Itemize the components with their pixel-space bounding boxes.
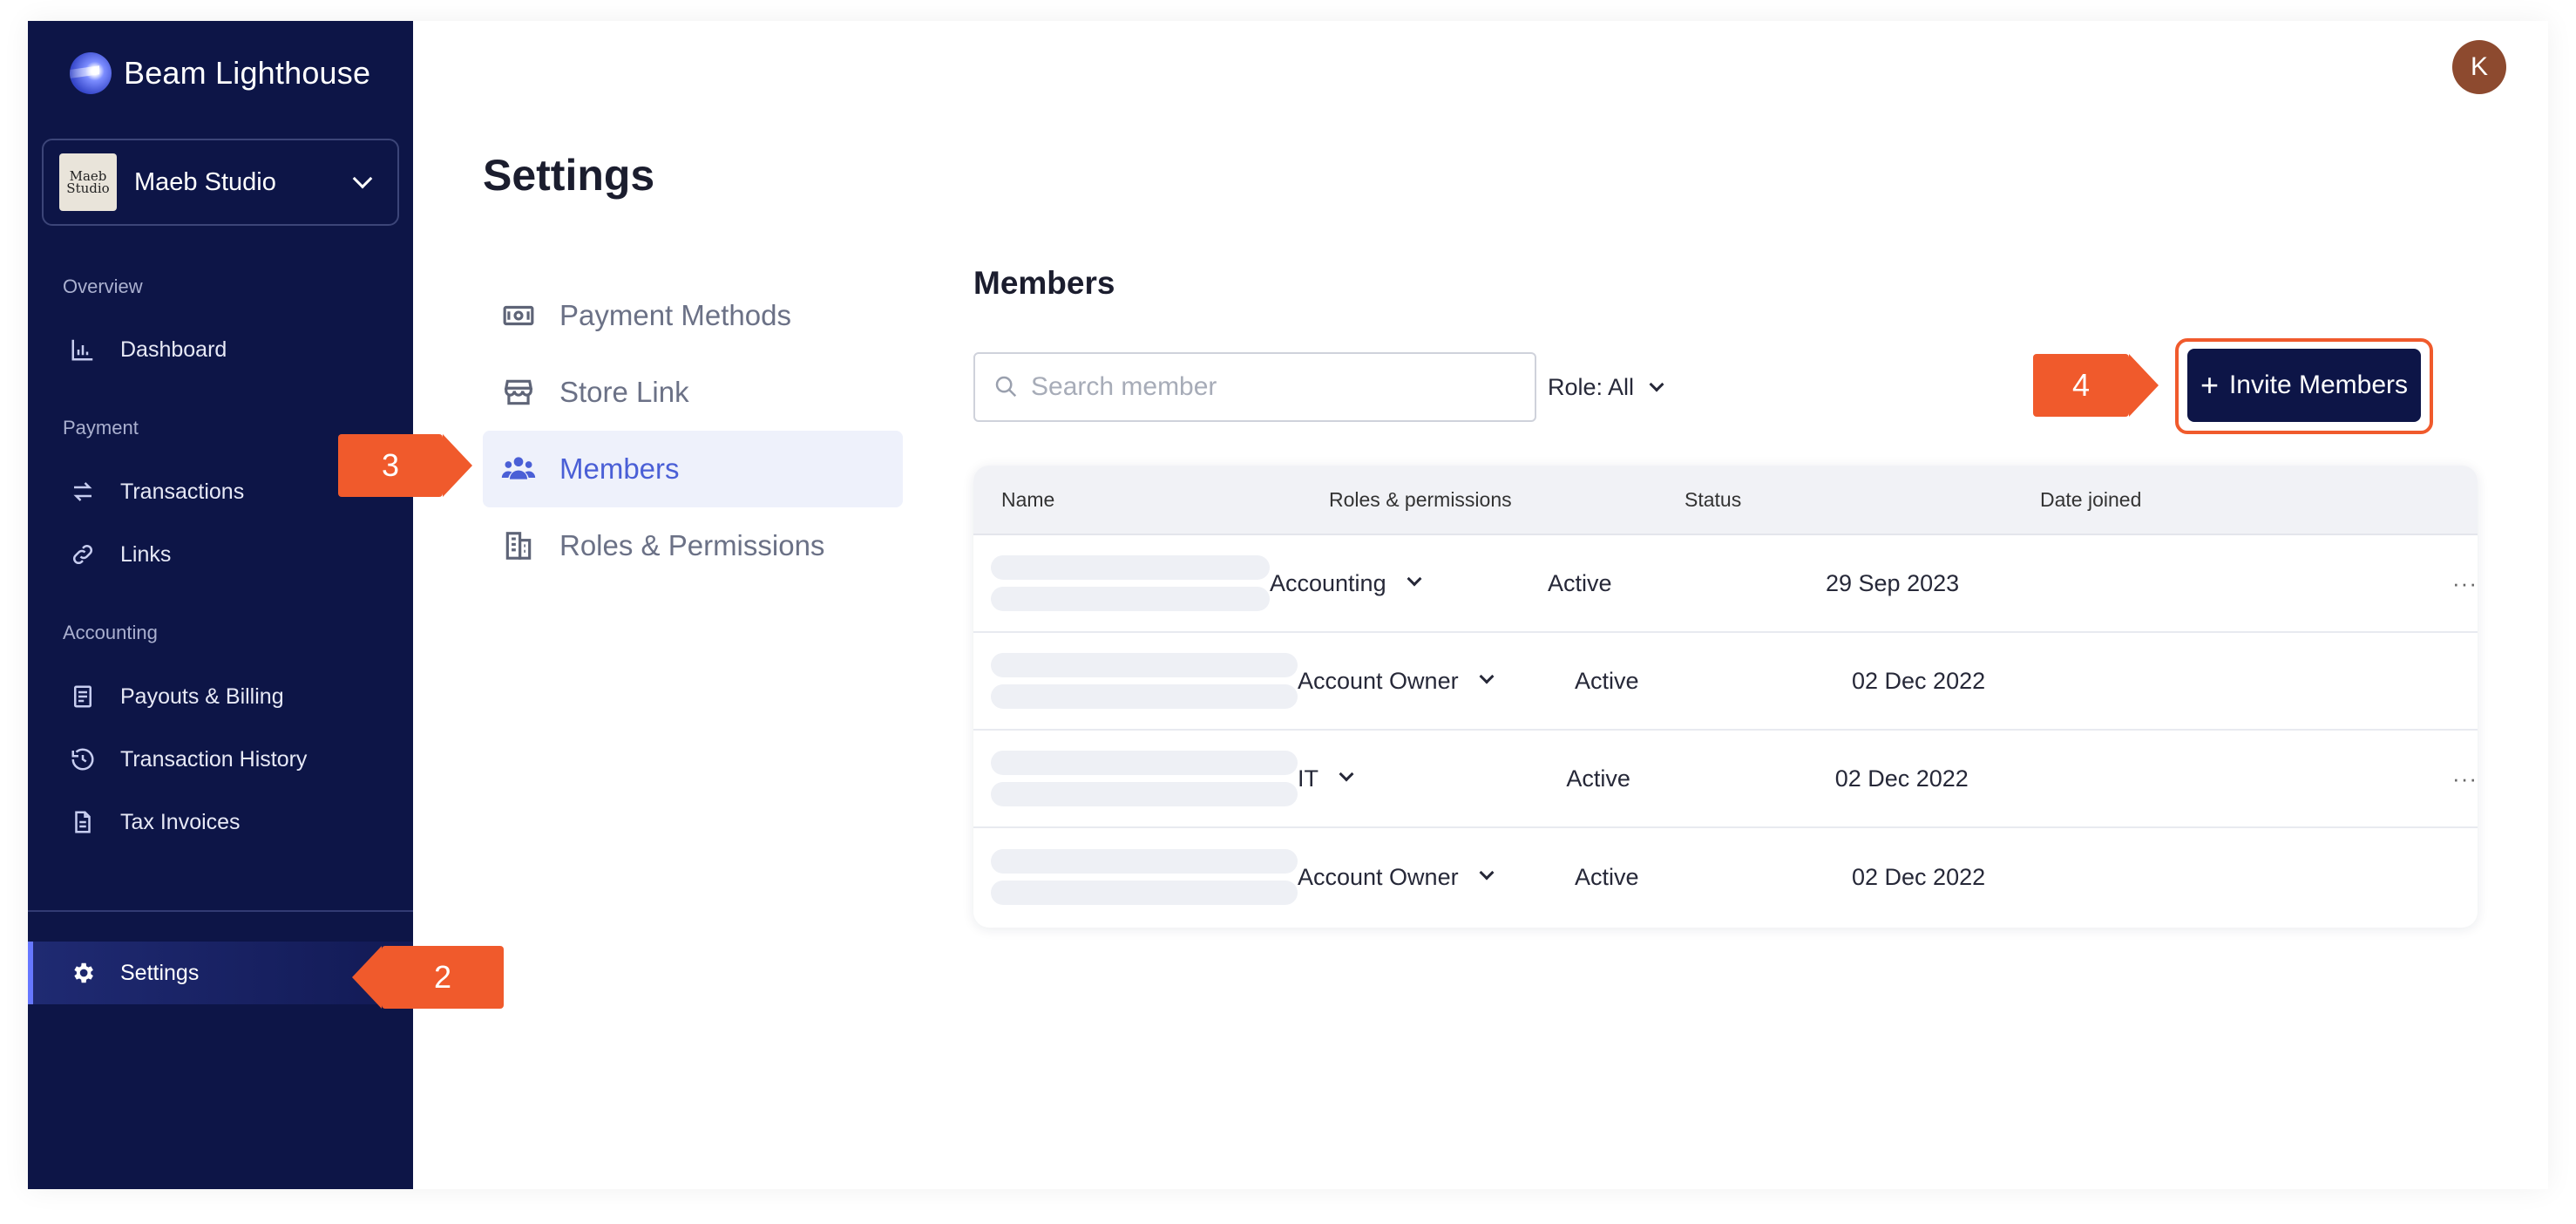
sidebar-item-label: Tax Invoices: [120, 809, 241, 834]
more-actions-button[interactable]: ···: [2104, 765, 2478, 792]
building-icon: [500, 527, 537, 564]
settings-nav-label: Store Link: [559, 376, 689, 408]
users-icon: [500, 451, 537, 487]
settings-nav-label: Members: [559, 452, 680, 485]
role-value: IT: [1298, 765, 1319, 792]
user-avatar[interactable]: K: [2452, 40, 2506, 94]
arrows-swap-icon: [68, 477, 98, 507]
store-icon: [500, 374, 537, 411]
plus-icon: +: [2200, 367, 2219, 403]
date-joined-value: 02 Dec 2022: [1852, 863, 1986, 890]
chevron-down-icon: [1339, 766, 1354, 782]
chevron-down-icon: [1479, 865, 1495, 881]
role-dropdown[interactable]: Accounting: [1270, 570, 1548, 597]
sidebar-item-label: Settings: [120, 960, 200, 985]
search-input[interactable]: [1031, 372, 1519, 402]
chevron-down-icon: [1407, 571, 1422, 587]
section-label-overview: Overview: [63, 275, 143, 297]
members-title: Members: [973, 265, 1115, 301]
settings-nav-label: Payment Methods: [559, 299, 791, 331]
more-actions-button[interactable]: ···: [2104, 570, 2478, 597]
settings-nav-payment-methods[interactable]: Payment Methods: [483, 277, 903, 354]
member-name-placeholder: [973, 751, 1298, 806]
sidebar-item-label: Transaction History: [120, 746, 308, 772]
history-icon: [68, 745, 98, 774]
members-table: Name Roles & permissions Status Date joi…: [973, 466, 2478, 928]
sidebar-item-label: Links: [120, 541, 172, 567]
role-dropdown[interactable]: IT: [1298, 765, 1566, 792]
chevron-down-icon: [1479, 669, 1495, 684]
role-filter-label: Role: All: [1548, 374, 1635, 400]
invite-members-label: Invite Members: [2228, 371, 2409, 399]
link-icon: [68, 540, 98, 569]
sidebar-item-label: Transactions: [120, 479, 245, 504]
step-callout-2: 2: [352, 946, 504, 1009]
table-row[interactable]: IT Active 02 Dec 2022 ···: [973, 731, 2478, 828]
member-name-placeholder: [973, 849, 1298, 905]
column-header-status[interactable]: Status: [1685, 488, 2040, 512]
status-value: Active: [1548, 569, 1612, 596]
cash-icon: [500, 297, 537, 334]
role-value: Accounting: [1270, 569, 1386, 596]
sidebar-item-dashboard[interactable]: Dashboard: [28, 321, 413, 378]
sidebar: Beam Lighthouse Maeb Studio Maeb Studio …: [28, 21, 413, 1189]
sidebar-item-label: Dashboard: [120, 337, 227, 362]
date-joined-value: 29 Sep 2023: [1826, 569, 1960, 596]
role-dropdown[interactable]: Account Owner: [1298, 864, 1575, 891]
table-row[interactable]: Account Owner Active 02 Dec 2022: [973, 828, 2478, 926]
role-filter-dropdown[interactable]: Role: All: [1548, 374, 1664, 401]
app-window: Beam Lighthouse Maeb Studio Maeb Studio …: [28, 21, 2548, 1189]
member-name-placeholder: [973, 653, 1298, 709]
sidebar-item-payouts-billing[interactable]: Payouts & Billing: [28, 668, 413, 725]
store-name: Maeb Studio: [134, 167, 276, 196]
sidebar-item-transaction-history[interactable]: Transaction History: [28, 731, 413, 788]
store-switcher[interactable]: Maeb Studio Maeb Studio: [42, 139, 399, 226]
column-header-name[interactable]: Name: [973, 488, 1329, 512]
store-avatar: Maeb Studio: [59, 153, 117, 211]
settings-nav-store-link[interactable]: Store Link: [483, 354, 903, 431]
settings-nav-label: Roles & Permissions: [559, 529, 825, 561]
role-value: Account Owner: [1298, 863, 1459, 890]
table-row[interactable]: Accounting Active 29 Sep 2023 ···: [973, 535, 2478, 633]
brand-logo[interactable]: Beam Lighthouse: [70, 52, 370, 94]
section-label-accounting: Accounting: [63, 622, 158, 643]
sidebar-divider: [28, 910, 413, 912]
table-header: Name Roles & permissions Status Date joi…: [973, 466, 2478, 535]
date-joined-value: 02 Dec 2022: [1852, 667, 1986, 694]
lighthouse-logo-icon: [70, 52, 112, 94]
chevron-down-icon: [1649, 377, 1664, 391]
step-callout-3: 3: [338, 434, 472, 497]
date-joined-value: 02 Dec 2022: [1834, 765, 1969, 792]
column-header-date-joined[interactable]: Date joined: [2040, 488, 2396, 512]
step-callout-4: 4: [2033, 354, 2159, 417]
search-icon: [993, 373, 1020, 401]
bar-chart-icon: [68, 335, 98, 364]
brand-name: Beam Lighthouse: [124, 55, 371, 91]
receipt-icon: [68, 682, 98, 711]
role-value: Account Owner: [1298, 667, 1459, 694]
column-header-roles[interactable]: Roles & permissions: [1329, 488, 1685, 512]
page-title: Settings: [483, 151, 655, 200]
status-value: Active: [1575, 863, 1639, 890]
search-box: [973, 352, 1536, 422]
role-dropdown[interactable]: Account Owner: [1298, 668, 1575, 695]
section-label-payment: Payment: [63, 417, 139, 439]
gear-icon: [68, 958, 98, 988]
settings-nav-members[interactable]: Members: [483, 431, 903, 507]
settings-nav-roles-permissions[interactable]: Roles & Permissions: [483, 507, 903, 584]
member-name-placeholder: [973, 555, 1270, 611]
sidebar-item-tax-invoices[interactable]: Tax Invoices: [28, 793, 413, 851]
document-icon: [68, 807, 98, 837]
invite-members-button[interactable]: + Invite Members: [2187, 349, 2421, 422]
sidebar-item-label: Payouts & Billing: [120, 683, 284, 709]
status-value: Active: [1575, 667, 1639, 694]
table-row[interactable]: Account Owner Active 02 Dec 2022: [973, 633, 2478, 731]
sidebar-item-links[interactable]: Links: [28, 526, 413, 583]
chevron-down-icon: [352, 168, 373, 189]
status-value: Active: [1566, 765, 1630, 792]
settings-nav: Payment Methods Store Link Members Roles…: [483, 277, 903, 584]
